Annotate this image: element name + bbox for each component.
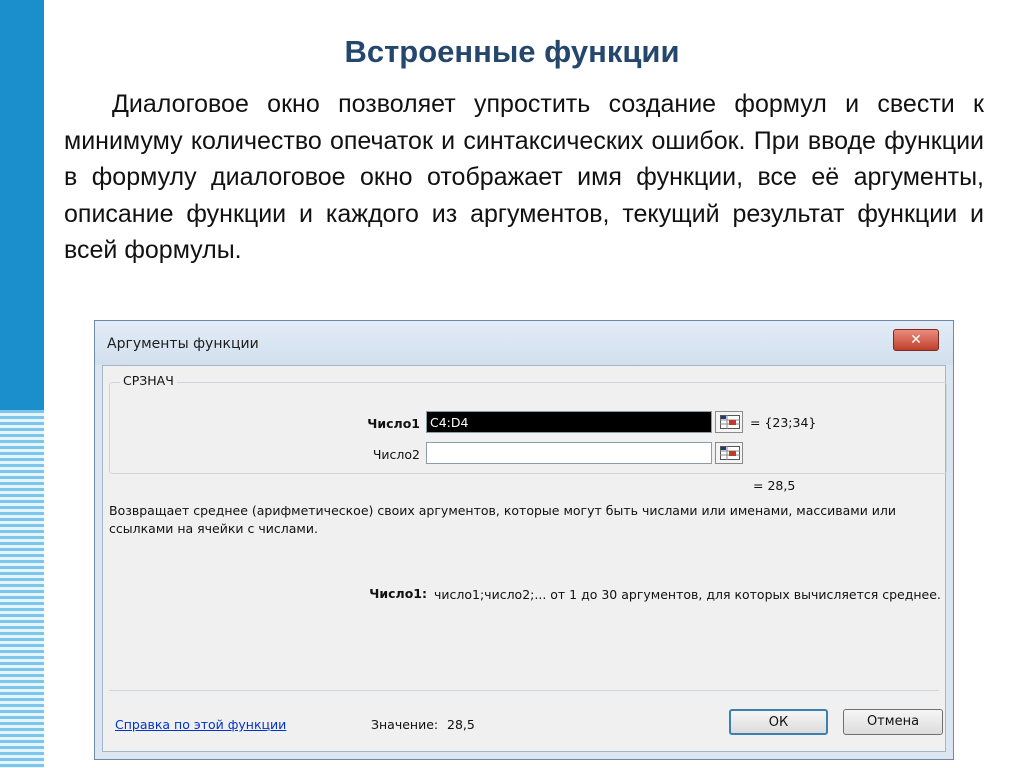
arg2-label: Число2 xyxy=(372,447,420,462)
close-icon: ✕ xyxy=(910,332,922,348)
arg2-result: = число xyxy=(750,446,803,461)
arg1-collapse-button[interactable] xyxy=(715,411,743,433)
dialog-title: Аргументы функции xyxy=(107,336,259,352)
ok-button[interactable]: ОК xyxy=(729,709,828,735)
help-link[interactable]: Справка по этой функции xyxy=(115,717,286,732)
function-arguments-dialog: Аргументы функции ✕ СРЗНАЧ Число1 C4:D4 … xyxy=(94,320,954,760)
close-button[interactable]: ✕ xyxy=(893,329,939,351)
slide-body-text: Диалоговое окно позволяет упростить созд… xyxy=(64,90,984,264)
arg2-collapse-button[interactable] xyxy=(715,442,743,464)
dialog-body: СРЗНАЧ Число1 C4:D4 = {23;34} Число2 = ч… xyxy=(102,365,947,752)
value-label: Значение: xyxy=(371,717,439,732)
slide-accent-stripes xyxy=(0,410,44,768)
arg1-result: = {23;34} xyxy=(750,415,817,430)
dialog-titlebar[interactable]: Аргументы функции ✕ xyxy=(95,321,953,365)
arg-help-name: Число1: xyxy=(369,586,427,601)
arguments-group: СРЗНАЧ Число1 C4:D4 = {23;34} Число2 = ч… xyxy=(109,373,947,474)
arg1-label: Число1 xyxy=(367,416,420,431)
cancel-button[interactable]: Отмена xyxy=(843,709,943,735)
slide-title: Встроенные функции xyxy=(344,34,680,69)
function-description: Возвращает среднее (арифметическое) свои… xyxy=(109,503,897,536)
range-select-icon xyxy=(720,446,740,460)
arg-help-text: число1;число2;... от 1 до 30 аргументов,… xyxy=(434,587,941,602)
range-select-icon xyxy=(720,415,740,429)
value-display: 28,5 xyxy=(447,717,475,732)
function-name-label: СРЗНАЧ xyxy=(120,373,177,388)
arg1-input[interactable]: C4:D4 xyxy=(426,411,712,433)
formula-result: = 28,5 xyxy=(753,478,796,493)
footer-divider xyxy=(109,690,939,691)
arg2-input[interactable] xyxy=(426,442,712,464)
